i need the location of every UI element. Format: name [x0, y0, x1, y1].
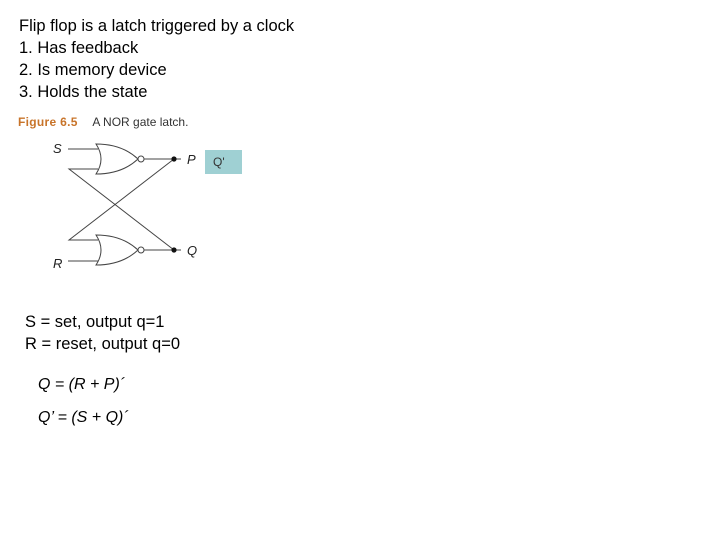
inversion-bubble-top [137, 155, 145, 163]
definition-reset: R = reset, output q=0 [25, 335, 181, 353]
equation-q-prime: Q’ = (S + Q)´ [38, 409, 129, 426]
nor-gate-bottom [95, 234, 139, 266]
nor-gate-top [95, 143, 139, 175]
figure-number: Figure 6.5 [18, 115, 78, 129]
intro-point-3: 3. Holds the state [19, 83, 148, 101]
q-prime-annotation: Q' [205, 150, 242, 174]
label-r: R [53, 256, 62, 271]
nor-latch-diagram: S P R Q [53, 141, 197, 271]
definitions: S = set, output q=1 R = reset, output q=… [25, 311, 180, 355]
intro-point-1: 1. Has feedback [19, 39, 139, 57]
wire-bottom-in1 [67, 158, 175, 241]
label-p: P [187, 152, 196, 167]
label-s: S [53, 141, 62, 156]
node-dot-q [171, 247, 177, 253]
inversion-bubble-bottom [137, 246, 145, 254]
equation-q: Q = (R + P)´ [38, 376, 126, 393]
figure-caption: Figure 6.5 A NOR gate latch. [18, 115, 188, 129]
intro-title: Flip flop is a latch triggered by a cloc… [19, 17, 295, 35]
node-dot-p [171, 156, 177, 162]
label-q: Q [187, 243, 197, 258]
intro-text: Flip flop is a latch triggered by a cloc… [19, 15, 294, 103]
intro-point-2: 2. Is memory device [19, 61, 167, 79]
figure-description: A NOR gate latch. [92, 115, 189, 129]
definition-set: S = set, output q=1 [25, 313, 165, 331]
wire-top-in2 [67, 168, 175, 251]
